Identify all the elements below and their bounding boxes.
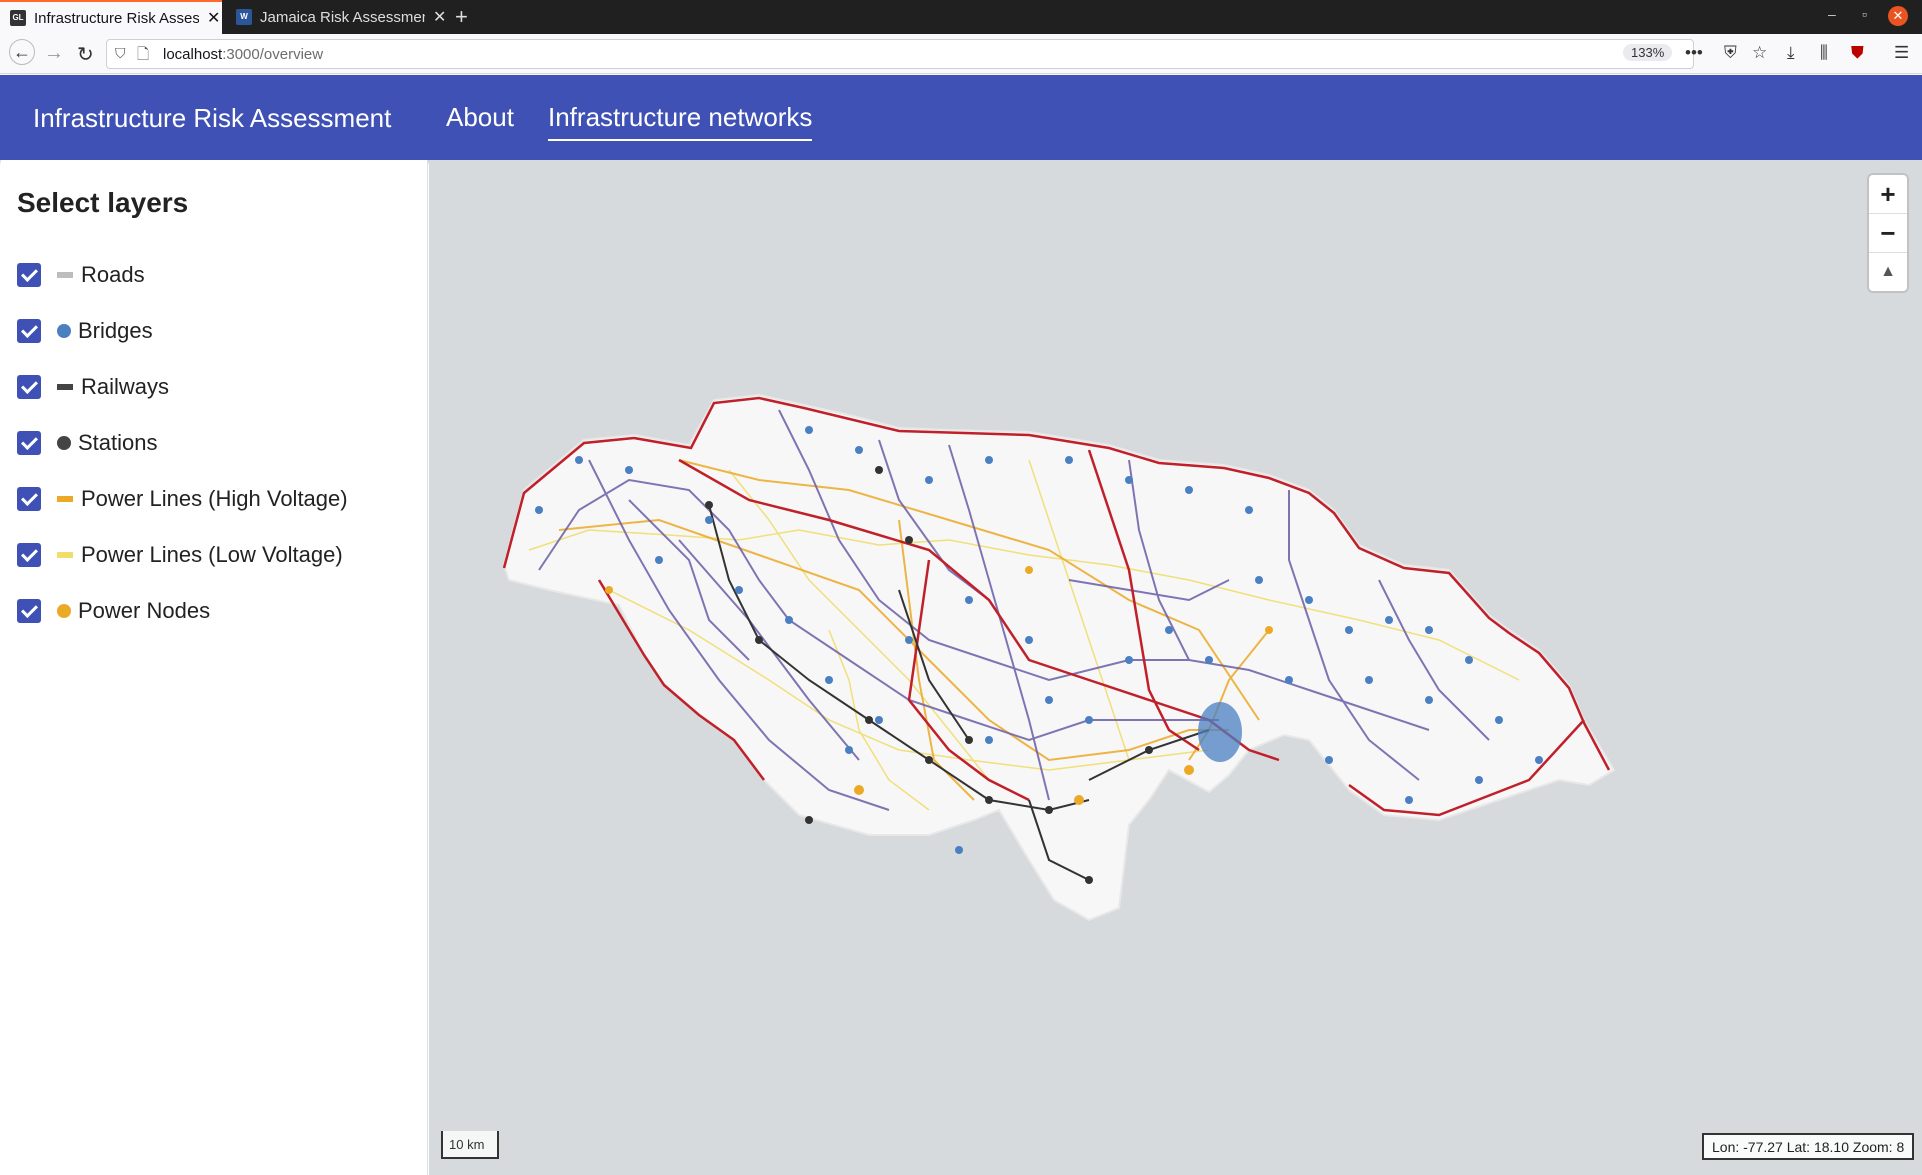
tab-favicon-icon: GL [10,10,26,26]
url-bar[interactable]: ⛉ 🗋 localhost:3000/overview 133% ••• [106,39,1703,69]
zoom-in-button[interactable]: + [1869,175,1907,213]
menu-icon[interactable]: ☰ [1894,43,1909,63]
layer-checkbox[interactable] [17,431,41,455]
layer-item-stations[interactable]: Stations [17,428,158,458]
layer-sidebar: Select layers Roads Bridges Railways Sta… [1,160,428,1175]
layer-item-bridges[interactable]: Bridges [17,316,153,346]
reload-icon[interactable]: ↻ [77,42,94,67]
power-high-swatch-icon [57,496,73,502]
power-nodes-swatch-icon [57,604,71,618]
zoom-control: + − ▲ [1869,175,1907,291]
bookmark-star-icon[interactable]: ☆ [1752,43,1767,63]
scale-bar: 10 km [441,1131,499,1159]
layer-label: Stations [78,430,158,455]
sidebar-title: Select layers [17,187,189,218]
zoom-out-button[interactable]: − [1869,214,1907,252]
app-brand[interactable]: Infrastructure Risk Assessment [33,103,391,134]
layer-label: Bridges [78,318,153,343]
tab-close-icon[interactable]: ✕ [433,7,446,27]
shield-icon[interactable]: ⛉ [115,45,126,62]
nav-link-about[interactable]: About [446,102,514,139]
layer-item-railways[interactable]: Railways [17,372,169,402]
browser-tab-active[interactable]: GL Infrastructure Risk Assessment ✕ [0,0,222,34]
map-canvas[interactable] [429,160,1922,1175]
power-low-swatch-icon [57,552,73,558]
app-header: Infrastructure Risk Assessment About Inf… [0,75,1922,160]
map-view[interactable]: + − ▲ 10 km Lon: -77.27 Lat: 18.10 Zoom:… [429,160,1922,1175]
layer-checkbox[interactable] [17,543,41,567]
layer-label: Power Lines (Low Voltage) [81,542,343,567]
zoom-level-badge[interactable]: 133% [1623,44,1673,61]
layer-label: Railways [81,374,170,399]
bridge-cluster-kingston [1198,702,1242,762]
forward-icon[interactable]: → [44,42,64,65]
minimize-icon[interactable]: – [1828,6,1836,22]
url-host: localhost [163,46,223,63]
layer-label: Power Nodes [78,598,211,623]
back-icon[interactable]: ← [9,39,35,65]
layer-label: Roads [81,262,145,287]
browser-tab[interactable]: W Jamaica Risk Assessment ✕ [226,0,448,34]
layer-checkbox[interactable] [17,375,41,399]
layer-item-power-lines-low-voltage[interactable]: Power Lines (Low Voltage) [17,540,343,570]
layer-item-roads[interactable]: Roads [17,260,145,290]
tab-close-icon[interactable]: ✕ [207,8,220,28]
layer-item-power-lines-high-voltage[interactable]: Power Lines (High Voltage) [17,484,348,514]
ublock-icon[interactable]: ⛊ [1851,43,1864,63]
browser-tab-bar: GL Infrastructure Risk Assessment ✕ W Ja… [0,0,1922,34]
layer-item-power-nodes[interactable]: Power Nodes [17,596,210,626]
tab-title: Infrastructure Risk Assessment [34,9,199,27]
railways-swatch-icon [57,384,73,390]
tab-title: Jamaica Risk Assessment [260,8,425,26]
layer-checkbox[interactable] [17,599,41,623]
nav-link-infrastructure-networks[interactable]: Infrastructure networks [548,102,813,141]
bridges-swatch-icon [57,324,71,338]
layer-label: Power Lines (High Voltage) [81,486,348,511]
coordinates-readout: Lon: -77.27 Lat: 18.10 Zoom: 8 [1702,1133,1915,1160]
download-icon[interactable]: ⤓ [1787,43,1795,63]
layer-checkbox[interactable] [17,487,41,511]
page-icon: 🗋 [137,46,150,63]
layer-checkbox[interactable] [17,263,41,287]
library-icon[interactable]: ⫼ [1820,43,1828,63]
url-text[interactable]: localhost:3000/overview [163,46,323,63]
new-tab-icon[interactable]: + [455,4,468,30]
roads-swatch-icon [57,272,73,278]
layer-checkbox[interactable] [17,319,41,343]
restore-icon[interactable]: ▫ [1862,6,1867,22]
tab-favicon-icon: W [236,9,252,25]
url-path: :3000/overview [222,46,324,63]
browser-nav-bar: ← → ↻ ⛉ 🗋 localhost:3000/overview 133% •… [0,34,1922,74]
island-landmass [502,393,1616,922]
stations-swatch-icon [57,436,71,450]
window-close-icon[interactable]: ✕ [1888,6,1908,26]
more-icon[interactable]: ••• [1685,43,1703,63]
pocket-icon[interactable]: ⛨ [1724,43,1737,63]
compass-reset-button[interactable]: ▲ [1869,253,1907,291]
